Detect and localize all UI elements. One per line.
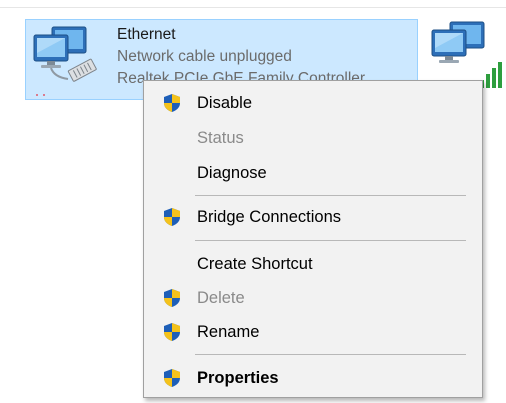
menu-item-bridge-connections[interactable]: Bridge Connections	[146, 202, 480, 232]
uac-shield-icon	[164, 289, 180, 307]
menu-item-label: Properties	[197, 368, 279, 387]
uac-shield-icon	[164, 208, 180, 226]
window-top-divider	[0, 7, 506, 8]
adapter-status: Network cable unplugged	[117, 48, 292, 65]
menu-item-delete: Delete	[146, 283, 480, 313]
menu-item-status: Status	[146, 123, 480, 153]
menu-item-disable[interactable]: Disable	[146, 88, 480, 118]
menu-item-label: Rename	[197, 322, 260, 341]
menu-separator	[195, 195, 466, 196]
menu-item-label: Bridge Connections	[197, 207, 342, 226]
menu-separator	[195, 354, 466, 355]
menu-item-diagnose[interactable]: Diagnose	[146, 158, 480, 188]
menu-item-label: Create Shortcut	[197, 254, 313, 273]
context-menu: Disable Status Diagnose Bridge Connectio…	[143, 80, 483, 398]
menu-item-label: Diagnose	[197, 163, 267, 182]
network-adapter-icon	[33, 26, 97, 96]
adapter-name: Ethernet	[117, 26, 176, 43]
menu-item-label: Disable	[197, 93, 253, 112]
signal-bars-icon	[480, 62, 502, 88]
uac-shield-icon	[164, 94, 180, 112]
menu-separator	[195, 240, 466, 241]
menu-item-label: Status	[197, 128, 244, 147]
uac-shield-icon	[164, 369, 180, 387]
menu-item-label: Delete	[197, 288, 245, 307]
menu-item-create-shortcut[interactable]: Create Shortcut	[146, 249, 480, 279]
menu-item-rename[interactable]: Rename	[146, 317, 480, 347]
menu-item-properties[interactable]: Properties	[146, 363, 480, 393]
uac-shield-icon	[164, 323, 180, 341]
